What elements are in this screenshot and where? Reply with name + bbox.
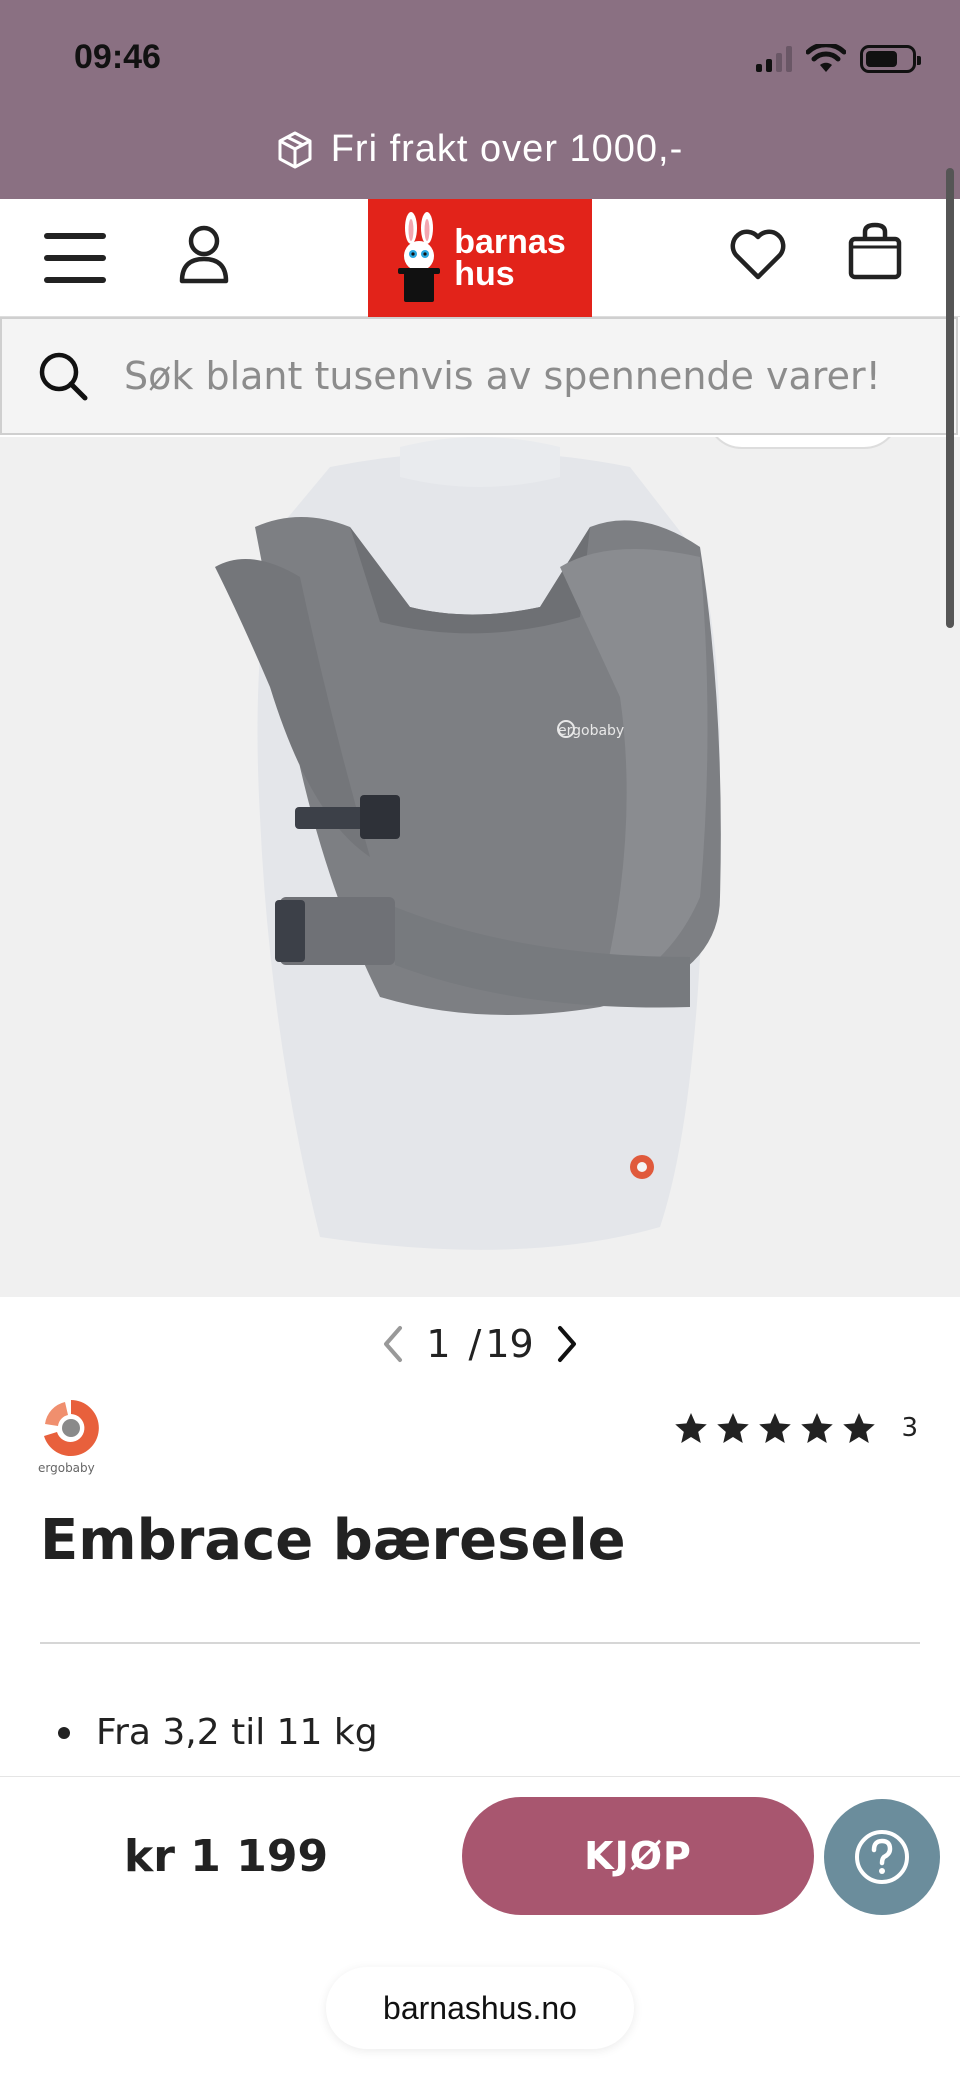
box-icon (278, 131, 312, 168)
url-text: barnashus.no (383, 1989, 577, 2026)
search-icon (39, 352, 88, 401)
chevron-right-icon[interactable] (552, 1324, 582, 1364)
star-icon (717, 1413, 750, 1443)
purchase-bar: kr 1 199 KJØP barnashus.no (0, 1776, 960, 2078)
heart-icon[interactable] (728, 225, 788, 285)
battery-icon (860, 45, 921, 73)
price: kr 1 199 (124, 1831, 329, 1882)
top-band: 09:46 Fri frakt over 1000,- (0, 0, 960, 199)
bullet-text: Fra 3,2 til 11 kg (96, 1712, 378, 1753)
site-header: barnas hus (0, 199, 960, 317)
help-button[interactable] (824, 1799, 940, 1915)
browser-url-bar[interactable]: barnashus.no (326, 1967, 634, 2049)
status-icons (756, 44, 921, 74)
rating-count: 3 (901, 1413, 918, 1443)
site-logo[interactable]: barnas hus (368, 199, 592, 317)
pager-current: 1 (426, 1322, 451, 1366)
product-title: Embrace bæresele (40, 1508, 626, 1573)
list-item: Fra 3,2 til 11 kg (58, 1712, 378, 1753)
pager-separator: / (468, 1322, 482, 1366)
bag-icon[interactable] (846, 221, 904, 283)
star-icon (843, 1413, 876, 1443)
account-icon[interactable] (176, 223, 232, 287)
logo-line-2: hus (454, 255, 515, 293)
status-time: 09:46 (74, 38, 161, 76)
signal-icon (756, 46, 792, 72)
chevron-left-icon[interactable] (378, 1324, 408, 1364)
search-bar[interactable] (0, 317, 958, 435)
help-icon (855, 1830, 909, 1884)
search-input[interactable] (124, 354, 924, 398)
star-icon (675, 1413, 708, 1443)
brand-name: ergobaby (38, 1461, 95, 1475)
promo-text: Fri frakt over 1000,- (330, 128, 684, 170)
buy-button[interactable]: KJØP (462, 1797, 814, 1915)
wifi-icon (806, 44, 846, 72)
bunny-hat-icon (398, 212, 441, 302)
product-image[interactable]: ergobaby (0, 437, 960, 1297)
product-photo: ergobaby (0, 437, 960, 1297)
star-icon (759, 1413, 792, 1443)
menu-icon[interactable] (44, 233, 106, 283)
page-scrollbar[interactable] (946, 168, 954, 628)
zoom-button[interactable] (706, 437, 900, 449)
promo-banner: Fri frakt over 1000,- (0, 128, 960, 171)
bullet-dot (58, 1726, 70, 1739)
ergobaby-logo[interactable]: ergobaby (38, 1396, 104, 1476)
image-pager: 1 / 19 (0, 1322, 960, 1366)
logo-line-1: barnas (454, 223, 566, 261)
pager-total: 19 (485, 1322, 534, 1366)
product-rating[interactable]: 3 (673, 1410, 918, 1446)
logo-wordmark: barnas hus (454, 223, 566, 293)
star-icon (801, 1413, 834, 1443)
divider (40, 1642, 920, 1644)
